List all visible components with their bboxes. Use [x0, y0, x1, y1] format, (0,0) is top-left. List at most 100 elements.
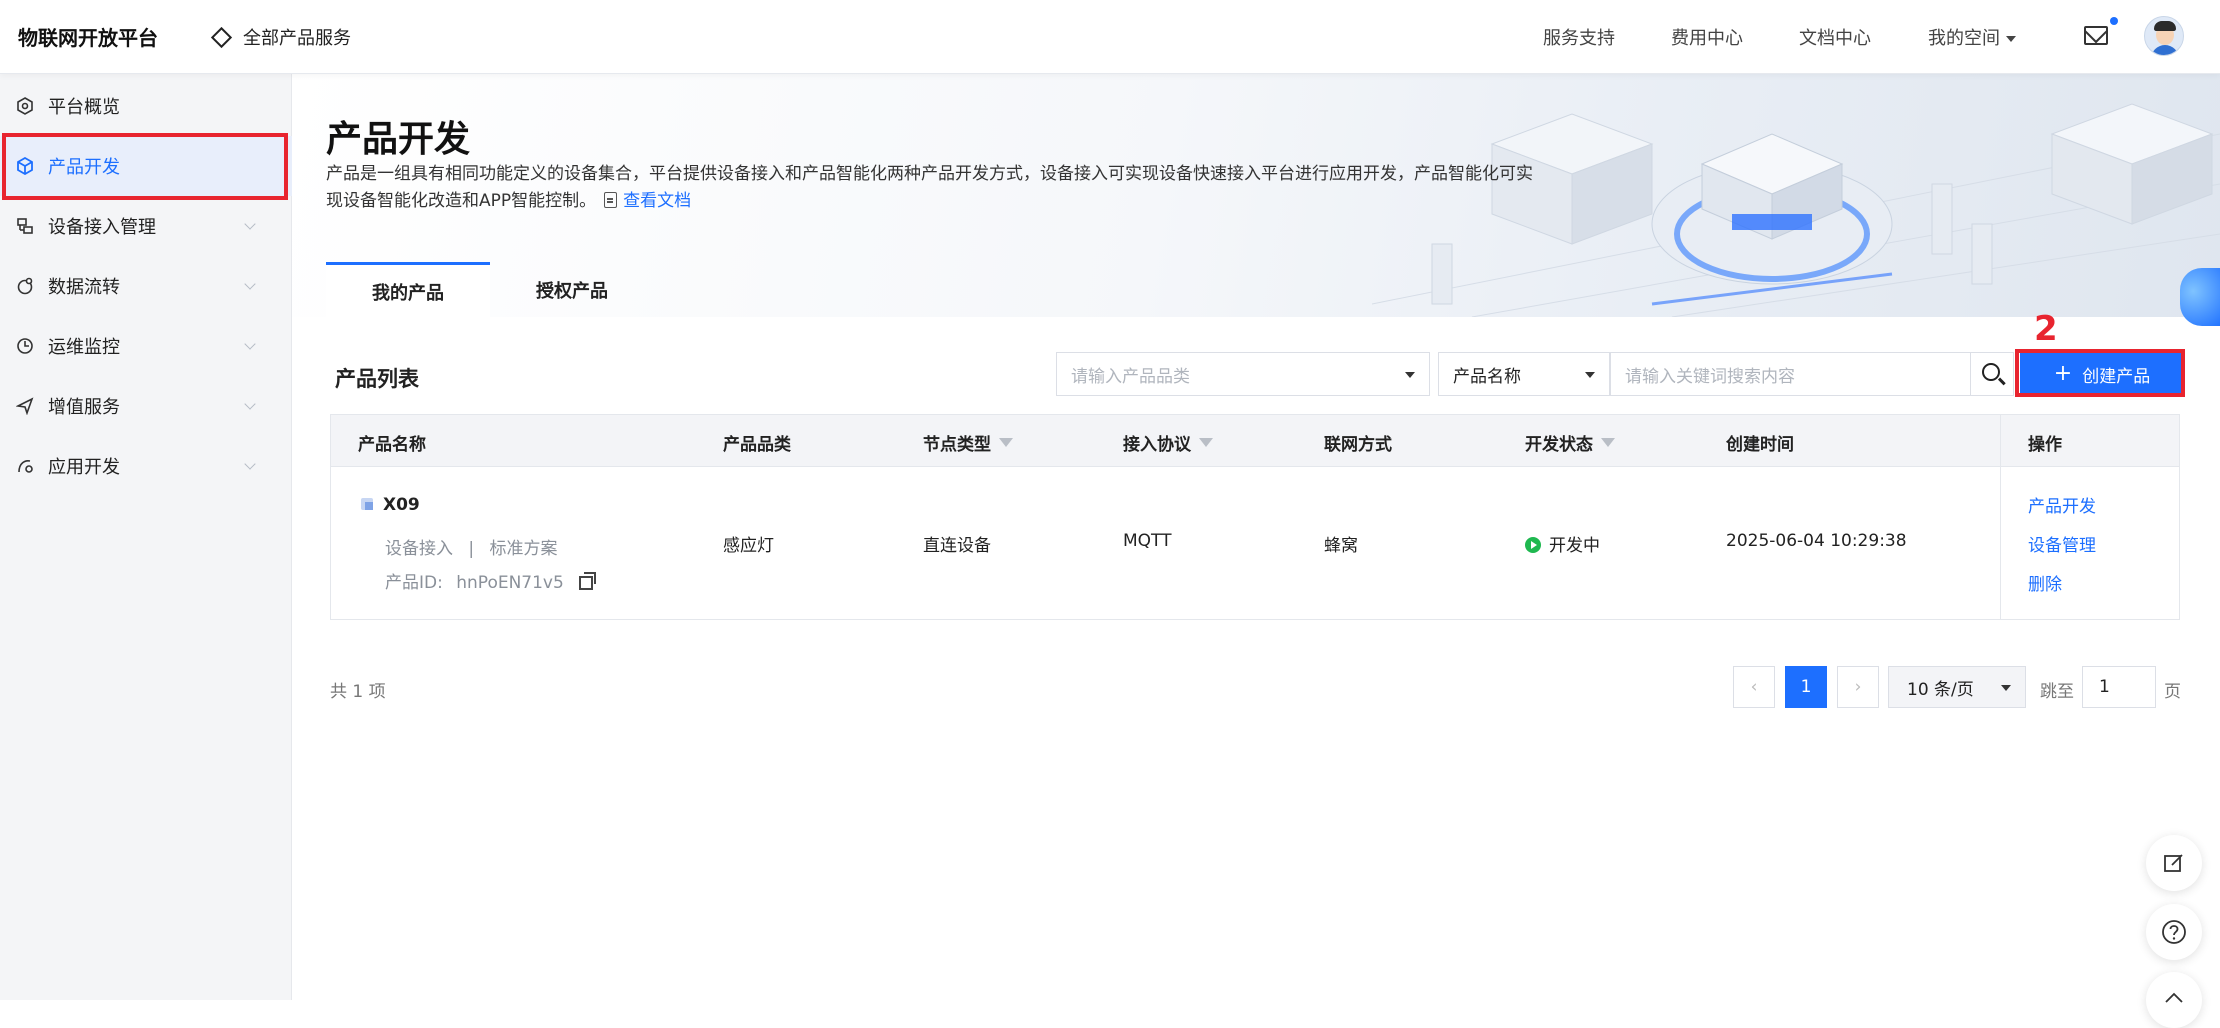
product-id-info: 产品ID: hnPoEN71v5	[385, 568, 597, 593]
arrow-up-icon	[2165, 992, 2183, 1003]
keyword-search-input[interactable]: 请输入关键词搜索内容	[1610, 352, 1971, 396]
sidebar-item-value-added[interactable]: 增值服务	[0, 376, 292, 436]
page-size-select[interactable]: 10 条/页	[1888, 666, 2026, 708]
sidebar: 平台概览 产品开发 设备接入管理 数据流转 运维监控 增值服务 应用开发	[0, 74, 292, 1000]
tab-authorized-products[interactable]: 授权产品	[490, 262, 654, 318]
next-page-button[interactable]: ›	[1837, 666, 1879, 708]
network-cell: 蜂窝	[1324, 536, 1358, 556]
all-products-menu[interactable]: 全部产品服务	[210, 24, 351, 50]
nav-service-support[interactable]: 服务支持	[1543, 24, 1615, 50]
product-category-cell: 感应灯	[723, 536, 774, 556]
filter-icon[interactable]	[1601, 438, 1615, 447]
sidebar-item-label: 应用开发	[48, 457, 120, 478]
status-running-icon	[1525, 537, 1541, 553]
highlight-box-step1	[2, 133, 288, 200]
avatar[interactable]	[2144, 16, 2184, 56]
nav-doc-center[interactable]: 文档中心	[1799, 24, 1871, 50]
sidebar-item-overview[interactable]: 平台概览	[0, 76, 292, 136]
product-table: 产品名称 产品品类 节点类型 接入协议 联网方式 开发状态 创建时间 操作 X0…	[330, 414, 2180, 620]
protocol-cell: MQTT	[1123, 531, 1172, 551]
document-icon	[604, 192, 618, 208]
product-access-info: 设备接入 | 标准方案	[385, 539, 558, 559]
actions-column-divider	[2000, 415, 2001, 619]
product-list-title: 产品列表	[335, 367, 419, 391]
page-unit-label: 页	[2164, 682, 2181, 702]
dataflow-icon	[16, 277, 34, 295]
column-header-category: 产品品类	[723, 435, 791, 455]
table-header: 产品名称 产品品类 节点类型 接入协议 联网方式 开发状态 创建时间 操作	[331, 415, 2179, 467]
sidebar-item-label: 运维监控	[48, 337, 120, 358]
page-description: 产品是一组具有相同功能定义的设备集合，平台提供设备接入和产品智能化两种产品开发方…	[326, 161, 1626, 215]
action-product-dev-link[interactable]: 产品开发	[2028, 492, 2096, 517]
chevron-down-icon	[1585, 372, 1595, 378]
filter-icon[interactable]	[999, 438, 1013, 447]
jump-to-label: 跳至	[2040, 682, 2074, 702]
description-line-2: 现设备智能化改造和APP智能控制。	[326, 191, 597, 211]
nav-my-space[interactable]: 我的空间	[1928, 24, 2016, 50]
edit-icon	[2164, 854, 2183, 872]
sidebar-item-data-flow[interactable]: 数据流转	[0, 256, 292, 316]
view-docs-link[interactable]: 查看文档	[623, 191, 691, 211]
search-button[interactable]	[1970, 352, 2014, 396]
page-size-value: 10 条/页	[1907, 679, 1974, 700]
product-icon	[361, 498, 373, 510]
chevron-down-icon	[244, 398, 256, 410]
mail-icon[interactable]	[2084, 26, 2108, 45]
category-placeholder: 请输入产品品类	[1071, 366, 1190, 387]
all-products-label: 全部产品服务	[243, 28, 351, 49]
sidebar-item-label: 增值服务	[48, 397, 120, 418]
page-1-button[interactable]: 1	[1785, 666, 1827, 708]
status-cell: 开发中	[1525, 531, 1600, 556]
help-button[interactable]	[2146, 904, 2202, 960]
platform-brand[interactable]: 物联网开放平台	[18, 22, 158, 51]
help-icon	[2162, 920, 2186, 944]
page-title: 产品开发	[326, 119, 471, 160]
edit-feedback-button[interactable]	[2146, 835, 2202, 891]
back-to-top-button[interactable]	[2146, 972, 2202, 1028]
jump-page-input[interactable]: 1	[2082, 666, 2156, 708]
copy-icon[interactable]	[579, 572, 597, 590]
column-header-status: 开发状态	[1525, 430, 1615, 455]
product-name-cell[interactable]: X09	[361, 495, 420, 515]
chevron-down-icon	[244, 338, 256, 350]
send-icon	[16, 397, 34, 415]
nav-billing-center[interactable]: 费用中心	[1671, 24, 1743, 50]
notification-dot	[2110, 17, 2118, 25]
category-select[interactable]: 请输入产品品类	[1056, 352, 1430, 396]
device-icon	[16, 217, 34, 235]
chevron-down-icon	[2006, 36, 2016, 42]
description-line-1: 产品是一组具有相同功能定义的设备集合，平台提供设备接入和产品智能化两种产品开发方…	[326, 164, 1533, 184]
chevron-down-icon	[1405, 372, 1415, 378]
prev-page-button[interactable]: ‹	[1733, 666, 1775, 708]
column-header-protocol: 接入协议	[1123, 430, 1213, 455]
top-bar: 物联网开放平台 全部产品服务 服务支持 费用中心 文档中心 我的空间	[0, 0, 2220, 74]
total-count: 共 1 项	[330, 682, 386, 702]
tab-my-products[interactable]: 我的产品	[326, 262, 490, 318]
sidebar-item-label: 数据流转	[48, 277, 120, 298]
sidebar-item-app-dev[interactable]: 应用开发	[0, 436, 292, 496]
created-time-cell: 2025-06-04 10:29:38	[1726, 531, 1907, 551]
sidebar-item-label: 设备接入管理	[48, 217, 156, 238]
diamond-icon	[210, 26, 233, 48]
node-type-cell: 直连设备	[923, 536, 991, 556]
column-header-name: 产品名称	[358, 435, 426, 455]
chevron-down-icon	[244, 278, 256, 290]
sidebar-item-device-access[interactable]: 设备接入管理	[0, 196, 292, 256]
column-header-created: 创建时间	[1726, 435, 1794, 455]
chevron-down-icon	[244, 458, 256, 470]
sidebar-item-label: 平台概览	[48, 97, 120, 118]
search-field-value: 产品名称	[1453, 366, 1521, 387]
assistant-robot-icon[interactable]	[2180, 268, 2220, 326]
action-delete-link[interactable]: 删除	[2028, 570, 2062, 595]
action-device-manage-link[interactable]: 设备管理	[2028, 531, 2096, 556]
column-header-network: 联网方式	[1324, 435, 1392, 455]
nav-my-space-label: 我的空间	[1928, 28, 2000, 49]
hexagon-icon	[16, 97, 34, 115]
search-field-select[interactable]: 产品名称	[1438, 352, 1610, 396]
chevron-down-icon	[244, 218, 256, 230]
step-number-2: 2	[2034, 309, 2058, 349]
keyword-placeholder: 请输入关键词搜索内容	[1625, 366, 1795, 387]
sidebar-item-ops-monitor[interactable]: 运维监控	[0, 316, 292, 376]
filter-icon[interactable]	[1199, 438, 1213, 447]
chevron-down-icon	[2001, 685, 2011, 691]
